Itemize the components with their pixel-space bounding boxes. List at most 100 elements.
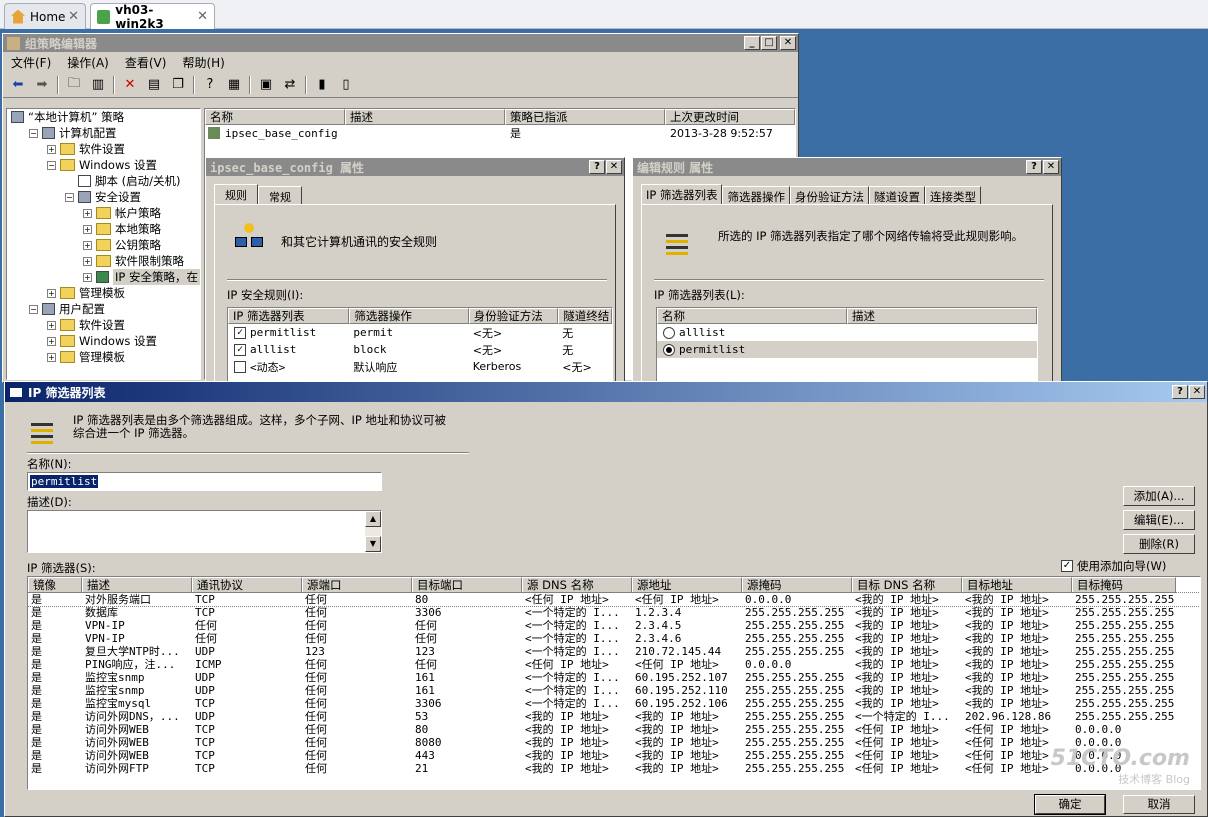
table-row[interactable]: 是 VPN-IP 任何 任何 任何 <一个特定的 I... 2.3.4.5 255.255.2… — [28, 619, 1200, 632]
col-desc[interactable]: 描述 — [82, 577, 192, 593]
minimize-button[interactable]: _ — [744, 36, 760, 50]
help-button[interactable]: ? — [1026, 160, 1042, 174]
expand-icon[interactable]: + — [83, 272, 92, 282]
copy-icon[interactable]: ❐ — [169, 76, 187, 94]
expand-icon[interactable]: + — [83, 240, 92, 250]
tree-item[interactable]: + 软件设置 — [7, 317, 200, 333]
tree-item[interactable]: + 管理模板 — [7, 349, 200, 365]
properties-icon[interactable]: ▤ — [145, 76, 163, 94]
forward-arrow-icon[interactable]: ➡ — [33, 76, 51, 94]
table-row[interactable]: 是 监控宝snmp UDP 任何 161 <一个特定的 I... 60.195.252.11… — [28, 684, 1200, 697]
tree-item[interactable]: + Windows 设置 — [7, 333, 200, 349]
back-arrow-icon[interactable]: ⬅ — [9, 76, 27, 94]
col-desc[interactable]: 描述 — [345, 109, 505, 125]
scroll-down-icon[interactable]: ▼ — [365, 536, 381, 552]
rule-checkbox[interactable]: ✓ — [234, 343, 246, 356]
help-icon[interactable]: ? — [201, 76, 219, 94]
col-src-port[interactable]: 源端口 — [302, 577, 412, 593]
wizard-option[interactable]: ✓ 使用添加向导(W) — [1061, 558, 1166, 574]
maximize-button[interactable]: □ — [761, 36, 777, 50]
tree-item[interactable]: + 本地策略 — [7, 221, 200, 237]
list-row[interactable]: ipsec_base_config 是 2013-3-28 9:52:57 — [205, 125, 795, 141]
ok-button[interactable]: 确定 — [1034, 794, 1106, 815]
close-button[interactable]: ✕ — [606, 160, 622, 174]
tab-home[interactable]: Home ✕ — [4, 3, 86, 29]
rule-checkbox[interactable]: ✓ — [234, 326, 246, 339]
col-desc[interactable]: 描述 — [847, 308, 1037, 324]
col-filter-list[interactable]: IP 筛选器列表 — [228, 308, 350, 324]
rule-checkbox[interactable] — [234, 360, 246, 373]
tree-item[interactable]: “本地计算机” 策略 — [7, 109, 200, 125]
rules-row[interactable]: ✓ alllist block <无> 无 — [228, 341, 612, 358]
expand-icon[interactable]: + — [47, 352, 56, 362]
close-button[interactable]: ✕ — [1189, 385, 1205, 399]
list-item[interactable]: permitlist — [657, 341, 1037, 358]
expand-icon[interactable]: + — [83, 256, 92, 266]
col-dst-dns[interactable]: 目标 DNS 名称 — [852, 577, 962, 593]
col-src-addr[interactable]: 源地址 — [632, 577, 742, 593]
radio-button[interactable] — [663, 343, 675, 356]
tree-item[interactable]: +脚本 (启动/关机) — [7, 173, 200, 189]
assign-icon[interactable]: ▮ — [313, 76, 331, 94]
radio-button[interactable] — [663, 326, 675, 339]
close-button[interactable]: ✕ — [1043, 160, 1059, 174]
add-button[interactable]: 添加(A)... — [1123, 486, 1195, 506]
col-name[interactable]: 名称 — [205, 109, 345, 125]
menu-action[interactable]: 操作(A) — [59, 54, 117, 71]
table-row[interactable]: 是 访问外网WEB TCP 任何 8080 <我的 IP 地址> <我的 IP 地址> 255… — [28, 736, 1200, 749]
scroll-up-icon[interactable]: ▲ — [365, 511, 381, 527]
close-icon[interactable]: ✕ — [197, 9, 208, 24]
col-tunnel[interactable]: 隧道终结 — [558, 308, 612, 324]
col-auth[interactable]: 身份验证方法 — [468, 308, 559, 324]
collapse-icon[interactable]: − — [47, 160, 56, 170]
expand-icon[interactable]: + — [47, 336, 56, 346]
expand-icon[interactable]: + — [83, 224, 92, 234]
tree-item[interactable]: + 软件设置 — [7, 141, 200, 157]
col-src-mask[interactable]: 源掩码 — [742, 577, 852, 593]
table-row[interactable]: 是 数据库 TCP 任何 3306 <一个特定的 I... 1.2.3.4 255.255.2… — [28, 606, 1200, 619]
remove-button[interactable]: 删除(R) — [1123, 534, 1195, 554]
col-filter-action[interactable]: 筛选器操作 — [349, 308, 469, 324]
menu-file[interactable]: 文件(F) — [3, 54, 59, 71]
edit-button[interactable]: 编辑(E)... — [1123, 510, 1195, 530]
table-row[interactable]: 是 VPN-IP 任何 任何 任何 <一个特定的 I... 2.3.4.6 255.255.2… — [28, 632, 1200, 645]
table-row[interactable]: 是 访问外网FTP TCP 任何 21 <我的 IP 地址> <我的 IP 地址> 255.2… — [28, 762, 1200, 775]
expand-icon[interactable]: + — [47, 144, 56, 154]
cancel-button[interactable]: 取消 — [1123, 795, 1195, 814]
tree-item[interactable]: − Windows 设置 — [7, 157, 200, 173]
tree-item[interactable]: + 管理模板 — [7, 285, 200, 301]
col-src-dns[interactable]: 源 DNS 名称 — [522, 577, 632, 593]
table-row[interactable]: 是 对外服务端口 TCP 任何 80 <任何 IP 地址> <任何 IP 地址> 0.0.0.… — [28, 592, 1200, 607]
description-field[interactable]: ▲ ▼ — [27, 510, 382, 553]
tree-item[interactable]: + 公钥策略 — [7, 237, 200, 253]
table-row[interactable]: 是 PING响应，注... ICMP 任何 任何 <任何 IP 地址> <任何 IP 地址>… — [28, 658, 1200, 671]
close-icon[interactable]: ✕ — [68, 9, 79, 24]
table-row[interactable]: 是 访问外网WEB TCP 任何 80 <我的 IP 地址> <我的 IP 地址> 255.2… — [28, 723, 1200, 736]
show-tree-icon[interactable]: ▥ — [89, 76, 107, 94]
list-item[interactable]: alllist — [657, 324, 1037, 341]
add-rule-icon[interactable]: ⇄ — [281, 76, 299, 94]
page-icon[interactable]: ▣ — [257, 76, 275, 94]
close-button[interactable]: ✕ — [780, 36, 796, 50]
tree-item[interactable]: − 计算机配置 — [7, 125, 200, 141]
tab-vm[interactable]: vh03-win2k3 ✕ — [90, 3, 215, 31]
col-protocol[interactable]: 通讯协议 — [192, 577, 302, 593]
menu-view[interactable]: 查看(V) — [117, 54, 175, 71]
expand-icon[interactable]: + — [83, 208, 92, 218]
expand-icon[interactable]: + — [47, 288, 56, 298]
tree-item[interactable]: − 用户配置 — [7, 301, 200, 317]
unassign-icon[interactable]: ▯ — [337, 76, 355, 94]
rules-row[interactable]: ✓ permitlist permit <无> 无 — [228, 324, 612, 341]
table-row[interactable]: 是 访问外网DNS，... UDP 任何 53 <我的 IP 地址> <我的 IP 地址> 2… — [28, 710, 1200, 723]
col-dst-port[interactable]: 目标端口 — [412, 577, 522, 593]
table-row[interactable]: 是 访问外网WEB TCP 任何 443 <我的 IP 地址> <我的 IP 地址> 255.… — [28, 749, 1200, 762]
col-assigned[interactable]: 策略已指派 — [505, 109, 665, 125]
expand-icon[interactable]: + — [47, 320, 56, 330]
table-row[interactable]: 是 监控宝mysql TCP 任何 3306 <一个特定的 I... 60.195.252.… — [28, 697, 1200, 710]
collapse-icon[interactable]: − — [65, 192, 74, 202]
panel-icon[interactable]: ▦ — [225, 76, 243, 94]
scrollbar[interactable]: ▲ ▼ — [365, 511, 381, 552]
menu-help[interactable]: 帮助(H) — [174, 54, 232, 71]
tree-item[interactable]: + 帐户策略 — [7, 205, 200, 221]
col-mirror[interactable]: 镜像 — [28, 577, 82, 593]
